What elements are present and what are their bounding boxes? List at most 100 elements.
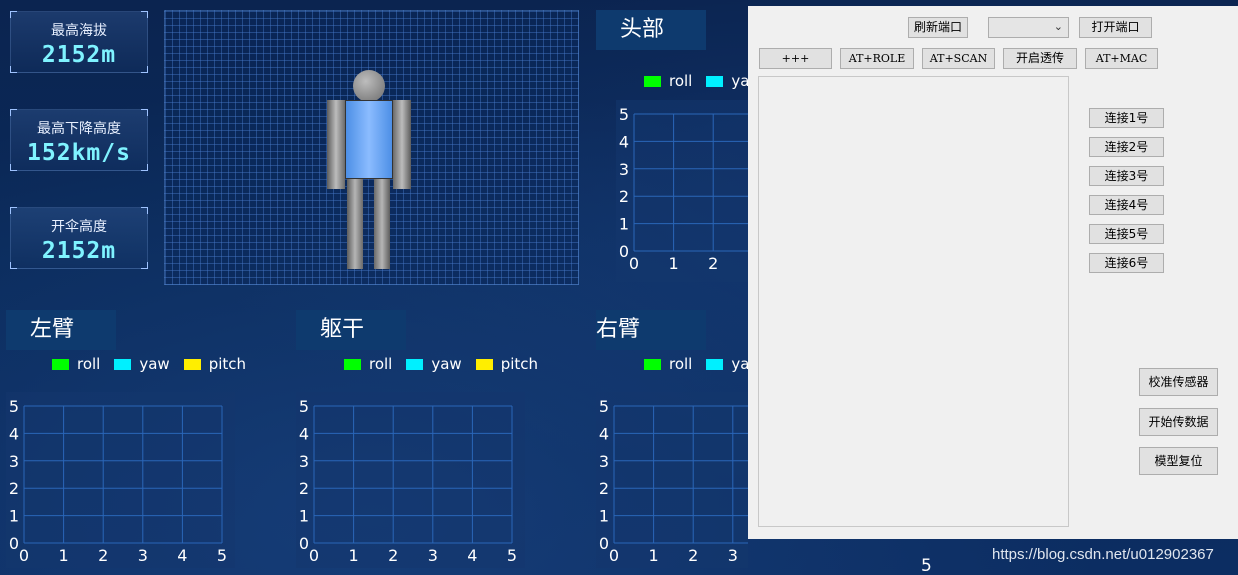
right-arm-chart: 012345012345 [596,392,748,568]
x-tick-label: 1 [59,546,69,565]
x-tick-label: 3 [728,546,738,565]
port-select[interactable]: ⌄ [988,17,1069,38]
connect-6-button[interactable]: 连接6号 [1089,253,1164,273]
pitch-swatch [475,358,493,370]
legend-roll-label: roll [77,355,101,373]
model-right-leg [374,179,390,269]
y-tick-label: 0 [619,242,629,261]
max-descent-card: 最高下降高度 152km/s [10,109,148,171]
calibrate-sensor-button[interactable]: 校准传感器 [1139,368,1218,396]
chute-altitude-card: 开伞高度 2152m [10,207,148,269]
y-tick-label: 1 [599,507,609,526]
yaw-swatch [114,358,132,370]
y-tick-label: 1 [9,507,19,526]
y-tick-label: 5 [9,397,19,416]
serial-output-textarea[interactable] [758,76,1069,527]
y-tick-label: 3 [9,452,19,471]
x-tick-label: 0 [309,546,319,565]
yaw-swatch [406,358,424,370]
model-right-arm [393,100,411,189]
connect-3-button[interactable]: 连接3号 [1089,166,1164,186]
chart-background [6,392,235,568]
roll-swatch [52,358,69,370]
at-plus-button[interactable]: +++ [759,48,832,69]
y-tick-label: 0 [599,534,609,553]
model-head [353,70,385,102]
at-mac-button[interactable]: AT+MAC [1085,48,1158,69]
left-arm-legend: roll yaw pitch [52,355,260,373]
chute-altitude-label: 开伞高度 [51,219,107,235]
x-tick-label: 3 [428,546,438,565]
x-tick-label: 0 [629,254,639,273]
serial-control-window: 刷新端口 ⌄ 打开端口 +++ AT+ROLE AT+SCAN 开启透传 AT+… [748,6,1238,539]
x-tick-label: 4 [177,546,187,565]
head-chart: 0 1 2 3 4 5 0 1 2 [616,100,748,282]
refresh-port-button[interactable]: 刷新端口 [908,17,968,38]
y-tick-label: 2 [299,479,309,498]
model-torso [345,100,393,179]
body-model-viewport[interactable] [164,10,579,285]
legend-roll-label: roll [669,72,693,90]
x-tick-label: 2 [708,254,718,273]
at-role-button[interactable]: AT+ROLE [840,48,914,69]
yaw-swatch [706,75,724,87]
y-tick-label: 2 [599,479,609,498]
x-tick-label: 2 [688,546,698,565]
legend-roll-label: roll [669,355,693,373]
x-tick-label: 1 [649,546,659,565]
at-scan-button[interactable]: AT+SCAN [922,48,995,69]
y-tick-label: 3 [619,160,629,179]
y-tick-label: 4 [299,424,309,443]
x-tick-label: 3 [138,546,148,565]
chute-altitude-value: 2152m [41,238,117,264]
y-tick-label: 3 [299,452,309,471]
roll-swatch [644,358,661,370]
chart-svg: 0 1 2 3 4 5 0 1 2 3 4 5 [6,392,235,568]
open-port-button[interactable]: 打开端口 [1079,17,1152,38]
torso-legend: roll yaw pitch [344,355,552,373]
y-tick-label: 1 [299,507,309,526]
chart-svg: 0 1 2 3 4 5 0 1 2 [616,100,748,282]
max-altitude-card: 最高海拔 2152m [10,11,148,73]
max-altitude-value: 2152m [41,42,117,68]
chart-svg: 012345012345 [296,392,525,568]
x-tick-label: 2 [98,546,108,565]
roll-swatch [644,75,661,87]
y-tick-label: 0 [299,534,309,553]
legend-pitch-label: pitch [208,355,247,373]
chart-background [596,392,748,568]
x-tick-label: 4 [467,546,477,565]
torso-section-title: 躯干 [296,310,406,350]
reset-model-button[interactable]: 模型复位 [1139,447,1218,475]
x-tick-label: 0 [609,546,619,565]
connect-1-button[interactable]: 连接1号 [1089,108,1164,128]
roll-swatch [344,358,361,370]
y-tick-label: 5 [619,105,629,124]
x-tick-label: 1 [669,254,679,273]
max-altitude-label: 最高海拔 [51,23,107,39]
x-tick-label: 0 [19,546,29,565]
y-tick-label: 2 [619,187,629,206]
x-tick-label: 5 [217,546,227,565]
connect-4-button[interactable]: 连接4号 [1089,195,1164,215]
y-tick-label: 0 [9,534,19,553]
x-tick-label: 2 [388,546,398,565]
left-arm-chart: 0 1 2 3 4 5 0 1 2 3 4 5 [6,392,235,568]
connect-2-button[interactable]: 连接2号 [1089,137,1164,157]
connect-5-button[interactable]: 连接5号 [1089,224,1164,244]
max-descent-label: 最高下降高度 [37,121,121,137]
y-tick-label: 4 [619,132,629,151]
legend-pitch-label: pitch [500,355,539,373]
start-data-button[interactable]: 开始传数据 [1139,408,1218,436]
torso-chart: 0 1 2 3 4 5 0 1 2 3 4 5 [296,392,525,568]
pitch-swatch [183,358,201,370]
chevron-down-icon: ⌄ [1053,20,1063,33]
y-tick-label: 5 [299,397,309,416]
legend-yaw-label: yaw [139,355,170,373]
y-tick-label: 2 [9,479,19,498]
max-descent-value: 152km/s [27,140,131,166]
y-tick-label: 4 [9,424,19,443]
chart-svg: 012345012345 [596,392,748,568]
passthrough-button[interactable]: 开启透传 [1003,48,1077,69]
y-tick-label: 5 [599,397,609,416]
